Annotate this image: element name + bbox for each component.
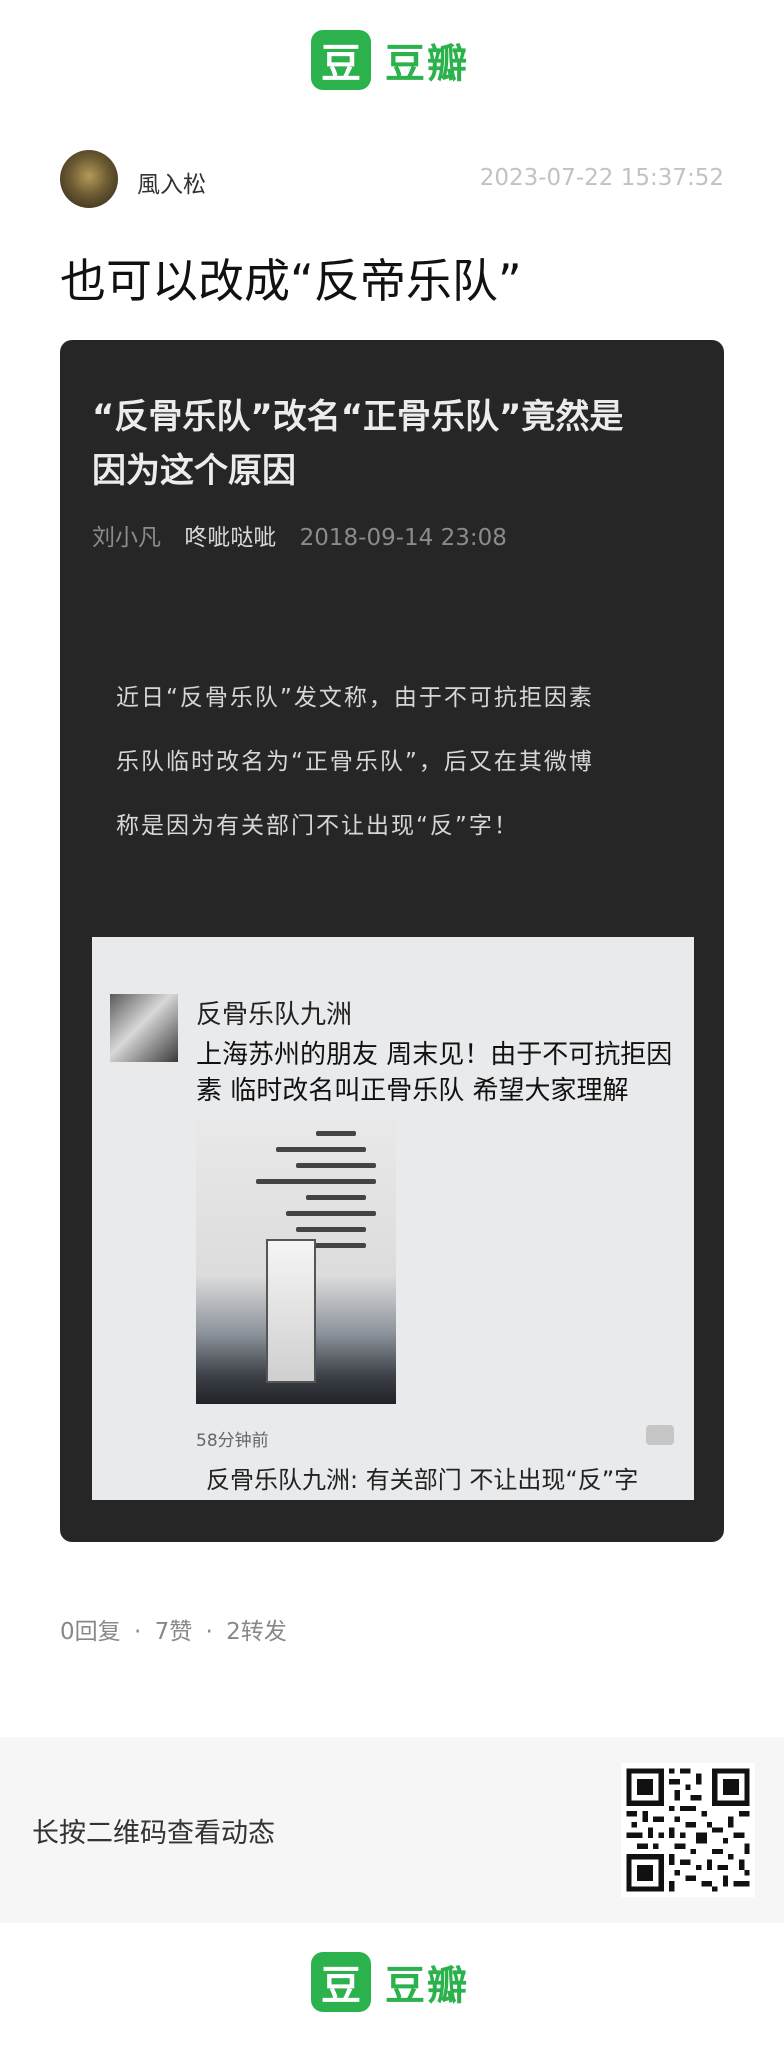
poster-text xyxy=(286,1211,376,1216)
poster-text xyxy=(316,1131,356,1136)
screenshot-account: 反骨乐队九洲 xyxy=(196,1000,353,1030)
poster-text xyxy=(306,1195,366,1200)
article-author: 刘小凡 xyxy=(92,525,161,551)
screenshot-text-line1: 上海苏州的朋友 周末见！由于不可抗拒因 xyxy=(196,1040,673,1070)
poster-text xyxy=(256,1179,376,1184)
repost-count[interactable]: 2转发 xyxy=(226,1619,287,1645)
article-body-line: 乐队临时改名为“正骨乐队”，后又在其微博 xyxy=(116,749,594,775)
reply-count[interactable]: 0回复 xyxy=(60,1619,121,1645)
douban-logo-icon: 豆 xyxy=(311,1952,371,2012)
poster-text xyxy=(276,1147,366,1152)
concert-poster-image xyxy=(196,1119,396,1404)
post-timestamp: 2023-07-22 15:37:52 xyxy=(479,165,724,191)
article-body: 近日“反骨乐队”发文称，由于不可抗拒因素 乐队临时改名为“正骨乐队”，后又在其微… xyxy=(116,666,594,858)
stat-separator: · xyxy=(133,1619,142,1645)
header-logo: 豆 豆瓣 xyxy=(311,30,469,90)
article-date: 2018-09-14 23:08 xyxy=(299,525,507,551)
article-title-line2: 因为这个原因 xyxy=(92,451,296,491)
article-title-line1: “反骨乐队”改名“正骨乐队”竟然是 xyxy=(92,397,624,437)
article-source: 咚呲哒呲 xyxy=(184,525,277,551)
app-name: 豆瓣 xyxy=(385,41,469,87)
more-icon xyxy=(646,1425,674,1445)
poster-text xyxy=(296,1163,376,1168)
article-body-line: 称是因为有关部门不让出现“反”字！ xyxy=(116,813,519,839)
article-body-line: 近日“反骨乐队”发文称，由于不可抗拒因素 xyxy=(116,685,594,711)
screenshot-time: 58分钟前 xyxy=(196,1431,269,1451)
screenshot-avatar xyxy=(110,994,178,1062)
qr-footer: 长按二维码查看动态 xyxy=(0,1737,784,1923)
avatar[interactable] xyxy=(60,150,118,208)
post-title: 也可以改成“反帝乐队” xyxy=(60,254,522,308)
qr-hint: 长按二维码查看动态 xyxy=(32,1818,275,1849)
stat-separator: · xyxy=(205,1619,213,1645)
article-meta: 刘小凡 咚呲哒呲 2018-09-14 23:08 xyxy=(92,518,507,552)
user-name[interactable]: 風入松 xyxy=(137,165,206,199)
screenshot-reply: 反骨乐队九洲: 有关部门 不让出现“反”字 xyxy=(206,1466,639,1494)
embedded-screenshot: 反骨乐队九洲 上海苏州的朋友 周末见！由于不可抗拒因 素 临时改名叫正骨乐队 希… xyxy=(92,937,694,1500)
footer-logo: 豆 豆瓣 xyxy=(311,1952,469,2012)
screenshot-text-line2: 素 临时改名叫正骨乐队 希望大家理解 xyxy=(196,1076,629,1106)
poster-text xyxy=(296,1227,366,1232)
app-name: 豆瓣 xyxy=(385,1963,469,2009)
post-stats: 0回复 · 7赞 · 2转发 xyxy=(60,1612,287,1646)
like-count[interactable]: 7赞 xyxy=(155,1619,193,1645)
qr-code-icon[interactable] xyxy=(621,1763,755,1897)
poster-figure xyxy=(266,1239,316,1383)
douban-logo-icon: 豆 xyxy=(311,30,371,90)
shared-article-card[interactable]: “反骨乐队”改名“正骨乐队”竟然是 因为这个原因 刘小凡 咚呲哒呲 2018-0… xyxy=(60,340,724,1542)
